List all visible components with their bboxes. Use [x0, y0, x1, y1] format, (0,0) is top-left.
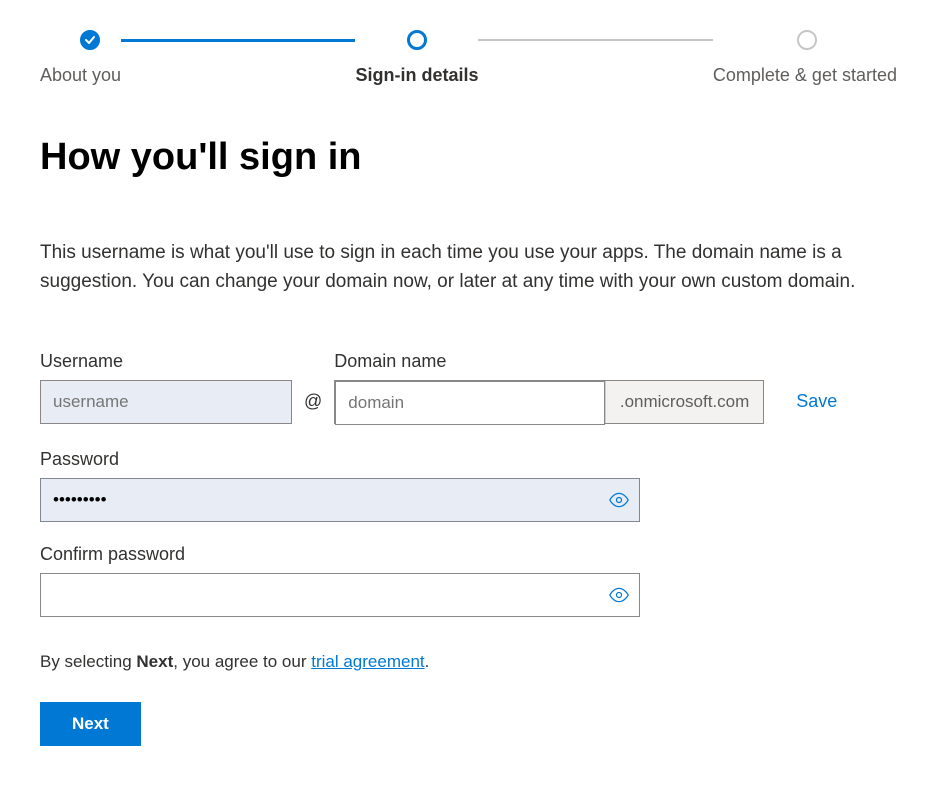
step-label-signin: Sign-in details: [355, 65, 478, 86]
agreement-suffix: .: [425, 652, 430, 671]
confirm-password-group: Confirm password: [40, 544, 897, 617]
password-group: Password: [40, 449, 897, 522]
stepper: About you Sign-in details Complete & get…: [40, 30, 897, 86]
trial-agreement-link[interactable]: trial agreement: [311, 652, 424, 671]
next-button[interactable]: Next: [40, 702, 141, 746]
password-input[interactable]: [40, 478, 640, 522]
password-wrapper: [40, 478, 640, 522]
agreement-prefix: By selecting: [40, 652, 136, 671]
agreement-middle: , you agree to our: [173, 652, 311, 671]
username-group: Username: [40, 351, 292, 424]
step-about-you: About you: [40, 30, 121, 86]
save-button[interactable]: Save: [796, 391, 837, 424]
page-description: This username is what you'll use to sign…: [40, 239, 870, 296]
agreement-bold: Next: [136, 652, 173, 671]
circle-icon: [797, 30, 817, 50]
eye-icon[interactable]: [608, 584, 630, 606]
circle-icon: [407, 30, 427, 50]
username-label: Username: [40, 351, 292, 372]
step-line-2: [478, 39, 712, 41]
page-title: How you'll sign in: [40, 136, 897, 179]
domain-suffix: .onmicrosoft.com: [605, 381, 763, 423]
domain-group: Domain name .onmicrosoft.com: [334, 351, 764, 424]
eye-icon[interactable]: [608, 489, 630, 511]
domain-input[interactable]: [335, 381, 605, 425]
step-label-about-you: About you: [40, 65, 121, 86]
domain-wrapper: .onmicrosoft.com: [334, 380, 764, 424]
step-signin-details: Sign-in details: [355, 30, 478, 86]
confirm-password-label: Confirm password: [40, 544, 897, 565]
agreement-text: By selecting Next, you agree to our tria…: [40, 652, 897, 672]
domain-label: Domain name: [334, 351, 764, 372]
confirm-password-input[interactable]: [40, 573, 640, 617]
step-complete: Complete & get started: [713, 30, 897, 86]
check-icon: [80, 30, 100, 50]
password-label: Password: [40, 449, 897, 470]
confirm-password-wrapper: [40, 573, 640, 617]
username-input[interactable]: [40, 380, 292, 424]
at-symbol: @: [304, 391, 322, 424]
step-line-1: [121, 39, 355, 42]
username-domain-row: Username @ Domain name .onmicrosoft.com …: [40, 351, 897, 424]
step-label-complete: Complete & get started: [713, 65, 897, 86]
